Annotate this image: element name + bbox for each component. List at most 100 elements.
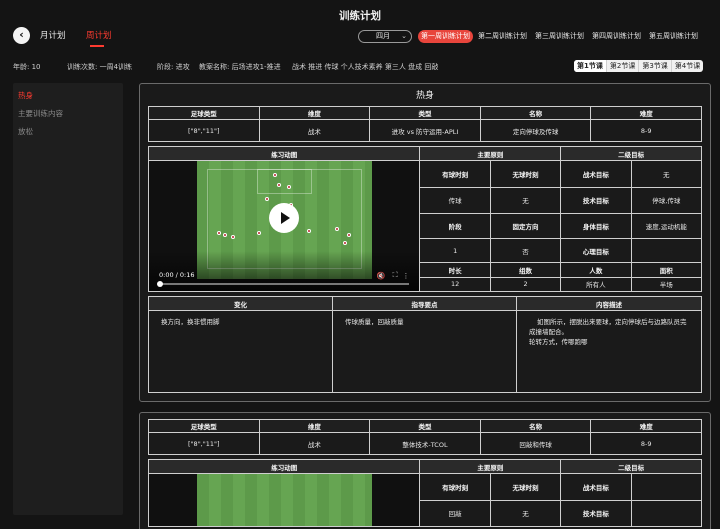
section-card-2: 足球类型 维度 类型 名称 难度 ["8","11"] 战术 整体技术-TCOL…: [139, 412, 711, 529]
content-desc-line-1: 如图所示，摆脱出来要球，定向停球后与边路队员完成撞墙配合。: [528, 318, 687, 336]
drill-video[interactable]: 0:00 / 0:16 🔇 ⛶ ⋮: [147, 160, 421, 292]
header-technical-goal: 技术目标: [560, 499, 632, 527]
header-variation: 变化: [148, 296, 333, 311]
info-plan-name: 教案名称: 后场进攻1-推进: [199, 63, 281, 71]
header-animation: 练习动图: [147, 459, 421, 474]
back-icon[interactable]: ‹: [13, 27, 30, 44]
header-with-ball: 有球时刻: [419, 160, 491, 188]
section-title: 热身: [415, 91, 434, 101]
header-with-ball: 有球时刻: [419, 473, 491, 501]
header-coaching-points: 指导要点: [331, 296, 517, 311]
mute-icon[interactable]: 🔇: [377, 272, 386, 280]
header-animation: 练习动图: [147, 146, 421, 161]
fullscreen-icon[interactable]: ⛶: [393, 271, 398, 280]
week-tab-4[interactable]: 第四周训练计划: [589, 30, 644, 43]
cell-type: 进攻 vs 防守运用-APLI: [369, 119, 481, 142]
section-card-warmup: 热身 足球类型 维度 类型 名称 难度 ["8","11"] 战术 进攻 vs …: [139, 83, 711, 402]
pitch-animation-2: [197, 474, 372, 526]
lesson-tabs: 第1节课 第2节课 第3节课 第4节课: [574, 60, 704, 72]
info-stage: 阶段: 进攻: [157, 63, 190, 71]
sidebar-item-warmup[interactable]: 热身: [13, 89, 123, 103]
lesson-tab-4[interactable]: 第4节课: [672, 60, 703, 72]
sidebar-item-main-content[interactable]: 主要训练内容: [13, 107, 123, 121]
header-foot-type: 足球类型: [148, 106, 260, 120]
week-tab-2[interactable]: 第二周训练计划: [475, 30, 530, 43]
header-difficulty: 难度: [590, 106, 702, 120]
basic-info-table: 足球类型 维度 类型 名称 难度 ["8","11"] 战术 进攻 vs 防守运…: [148, 106, 702, 142]
header-secondary: 二级目标: [560, 146, 702, 161]
header-technical-goal: 技术目标: [560, 186, 632, 215]
cell-groups: 2: [489, 276, 562, 293]
header-stage: 阶段: [419, 213, 491, 239]
cell-name: 定向停球及传球: [479, 119, 592, 142]
cell-mental-goal: [630, 237, 703, 264]
header-fixed-direction: 固定方向: [489, 213, 562, 239]
cell-with-ball: 回敲: [419, 499, 491, 527]
lesson-tab-3[interactable]: 第3节课: [639, 60, 672, 72]
header-area: 面积: [630, 262, 703, 278]
header-dimension: 维度: [258, 106, 371, 120]
header-difficulty: 难度: [590, 419, 702, 433]
header-groups: 组数: [489, 262, 562, 278]
cell-foot-type: ["8","11"]: [148, 119, 260, 142]
drill-video-2[interactable]: [147, 473, 421, 527]
main-content: 热身 足球类型 维度 类型 名称 难度 ["8","11"] 战术 进攻 vs …: [139, 83, 711, 529]
cell-dimension: 战术: [258, 119, 371, 142]
lesson-tab-1[interactable]: 第1节课: [574, 60, 607, 72]
cell-tactical-goal: 无: [630, 160, 703, 188]
tab-week-plan[interactable]: 周计划: [86, 29, 112, 41]
info-topics: 战术 推进 传球 个人技术素养 第三人 盘成 回敲: [292, 63, 439, 71]
cell-physical-goal: 速度,运动机能: [630, 213, 703, 239]
header-principles: 主要原则: [419, 459, 562, 474]
cell-duration: 12: [419, 276, 491, 293]
cell-coaching-points: 传球质量，回敲质量: [331, 310, 517, 393]
cell-with-ball: 传球: [419, 186, 491, 215]
header-content-desc: 内容描述: [515, 296, 703, 311]
week-tab-1[interactable]: 第一周训练计划: [418, 30, 473, 43]
cell-dimension: 战术: [258, 432, 371, 455]
header-without-ball: 无球时刻: [489, 160, 562, 188]
cell-technical-goal: 停球,传球: [630, 186, 703, 215]
video-progress-knob[interactable]: [157, 281, 163, 287]
header-without-ball: 无球时刻: [489, 473, 562, 501]
detail-table: 练习动图 主要原则 二级目标 0:00 / 0:16 🔇 ⛶ ⋮ 有球时刻 无球…: [147, 146, 703, 293]
month-select-value: 四月: [376, 32, 390, 40]
video-progress-bar[interactable]: [157, 281, 410, 287]
basic-info-table-2: 足球类型 维度 类型 名称 难度 ["8","11"] 战术 整体技术-TCOL…: [148, 419, 702, 455]
detail-table-2: 练习动图 主要原则 二级目标 有球时刻 无球时刻 战术目标 回敲 无 技术目标: [147, 459, 703, 527]
tab-month-plan[interactable]: 月计划: [40, 29, 66, 41]
header-name: 名称: [479, 106, 592, 120]
info-age: 年龄: 10: [13, 63, 41, 71]
cell-technical-goal: [630, 499, 703, 527]
cell-type: 整体技术-TCOL: [369, 432, 481, 455]
description-table: 变化 指导要点 内容描述 换方向，换非惯用脚 传球质量，回敲质量 如图所示，摆脱…: [148, 296, 703, 393]
header-tactical-goal: 战术目标: [560, 160, 632, 188]
header-physical-goal: 身体目标: [560, 213, 632, 239]
sidebar-item-cooldown[interactable]: 放松: [13, 125, 123, 139]
cell-name: 回敲和传球: [479, 432, 592, 455]
sidebar: 热身 主要训练内容 放松: [13, 83, 123, 515]
info-count: 训练次数: 一周4训练: [67, 63, 133, 71]
week-tabs: 第一周训练计划 第二周训练计划 第三周训练计划 第四周训练计划 第五周训练计划: [418, 30, 703, 43]
header-name: 名称: [479, 419, 592, 433]
active-tab-indicator: [90, 45, 104, 47]
content-desc-line-2: 轮转方式，传哪跑哪: [528, 338, 588, 346]
header-principles: 主要原则: [419, 146, 562, 161]
lesson-tab-2[interactable]: 第2节课: [607, 60, 640, 72]
week-tab-3[interactable]: 第三周训练计划: [532, 30, 587, 43]
cell-foot-type: ["8","11"]: [148, 432, 260, 455]
cell-people: 所有人: [560, 276, 632, 293]
cell-area: 半场: [630, 276, 703, 293]
cell-fixed-direction: 否: [489, 237, 562, 264]
cell-without-ball: 无: [489, 186, 562, 215]
header-duration: 时长: [419, 262, 491, 278]
chevron-down-icon: ⌄: [401, 32, 407, 40]
cell-content-desc: 如图所示，摆脱出来要球，定向停球后与边路队员完成撞墙配合。 轮转方式，传哪跑哪: [515, 310, 703, 393]
cell-variation: 换方向，换非惯用脚: [148, 310, 333, 393]
cell-stage: 1: [419, 237, 491, 264]
cell-difficulty: 8-9: [590, 119, 702, 142]
more-options-icon[interactable]: ⋮: [402, 272, 409, 280]
month-select[interactable]: 四月 ⌄: [358, 30, 412, 43]
week-tab-5[interactable]: 第五周训练计划: [646, 30, 701, 43]
play-icon[interactable]: [269, 203, 299, 233]
